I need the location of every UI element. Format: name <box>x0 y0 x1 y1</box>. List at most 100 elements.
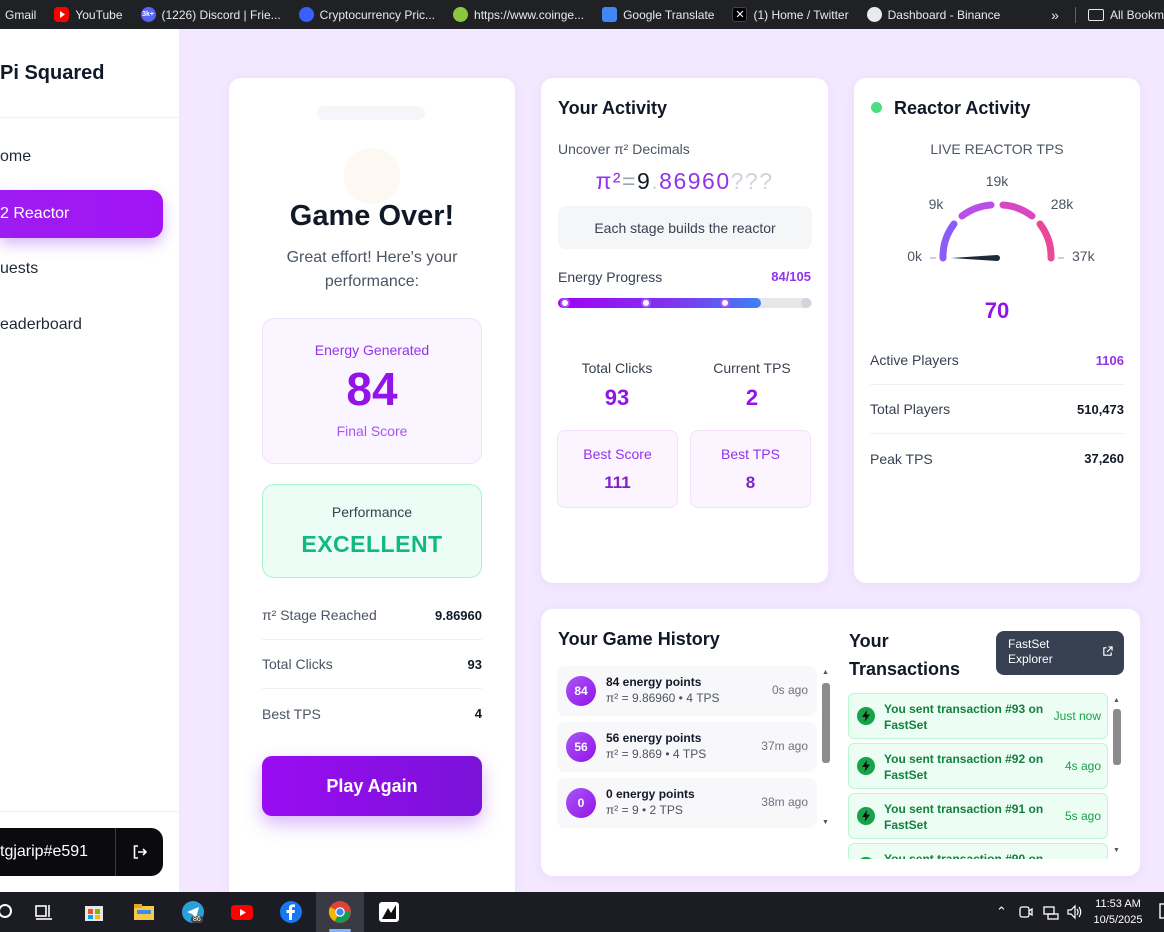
clock-time: 11:53 AM <box>1095 898 1141 910</box>
bookmark-binance[interactable]: Dashboard - Binance <box>866 0 1000 29</box>
chrome-icon[interactable] <box>328 900 352 924</box>
gauge-tick-label: 19k <box>986 173 1010 189</box>
reactor-row-peak-tps: Peak TPS 37,260 <box>870 434 1124 483</box>
tray-overflow-icon[interactable]: ⌃ <box>996 904 1007 920</box>
gauge-tick-label: 0k <box>907 248 923 264</box>
reactor-row-value: 37,260 <box>1084 451 1124 466</box>
gauge-segment <box>958 201 995 220</box>
progress-milestone <box>641 298 651 308</box>
transaction-text: You sent transaction #90 on <box>884 852 1044 859</box>
divider <box>1074 6 1076 23</box>
bookmark-youtube[interactable]: YouTube <box>54 0 123 29</box>
bookmark-twitter[interactable]: ✕ (1) Home / Twitter <box>732 0 849 29</box>
meet-now-icon[interactable] <box>1018 904 1034 920</box>
lightning-icon <box>857 707 875 725</box>
history-item: 56 56 energy points π² = 9.869 • 4 TPS 3… <box>557 722 817 772</box>
all-bookmarks-button[interactable]: All Bookm <box>1110 8 1164 22</box>
reactor-row-label: Total Players <box>870 401 951 417</box>
total-clicks-label: Total Clicks <box>581 360 653 376</box>
username: tgjarip#e591 <box>0 843 89 860</box>
system-clock[interactable]: 11:53 AM 10/5/2025 <box>1088 896 1148 928</box>
energy-generated-label: Energy Generated <box>314 342 430 358</box>
transaction-item: You sent transaction #91 on FastSet 5s a… <box>848 793 1108 839</box>
game-over-card: Game Over! Great effort! Here's your per… <box>229 78 515 908</box>
history-time: 0s ago <box>771 683 808 697</box>
faded-banner <box>317 106 425 120</box>
store-icon[interactable] <box>82 900 106 924</box>
logout-button[interactable] <box>115 828 163 876</box>
history-time: 38m ago <box>761 795 808 809</box>
stocks-app-icon[interactable] <box>377 900 401 924</box>
transaction-time: Just now <box>1053 709 1101 723</box>
transaction-item: You sent transaction #93 on FastSet Just… <box>848 693 1108 739</box>
game-over-title: Game Over! <box>289 200 455 232</box>
scroll-up-arrow[interactable]: ▲ <box>1112 697 1121 705</box>
youtube-icon[interactable] <box>230 900 254 924</box>
stage-note: Each stage builds the reactor <box>558 206 812 249</box>
transactions-list[interactable]: You sent transaction #93 on FastSet Just… <box>848 693 1110 859</box>
bookmark-gmail[interactable]: Gmail <box>5 0 36 29</box>
best-tps-value: 8 <box>745 473 756 492</box>
gauge-needle <box>951 255 997 261</box>
folder-icon <box>1087 8 1104 21</box>
gauge-needle-hub <box>994 255 1000 261</box>
total-clicks-value: 93 <box>604 385 630 410</box>
bookmark-discord[interactable]: 3k+ (1226) Discord | Frie... <box>140 0 281 29</box>
discord-icon: 3k+ <box>140 7 156 22</box>
history-sub: π² = 9.869 • 4 TPS <box>606 747 707 761</box>
gauge-tick-label: 37k <box>1072 248 1096 264</box>
energy-progress-value: 84/105 <box>771 269 811 284</box>
network-icon[interactable] <box>1042 904 1059 920</box>
divider <box>0 811 180 812</box>
stat-value: 9.86960 <box>435 607 482 623</box>
scroll-thumb[interactable] <box>822 683 830 763</box>
volume-icon[interactable] <box>1066 904 1082 920</box>
sidebar: Pi Squared ome 2 Reactor uests eaderboar… <box>0 29 180 892</box>
best-tps-box: Best TPS 8 <box>690 430 811 508</box>
pi-decimals: 86960 <box>659 168 731 194</box>
progress-milestone <box>801 298 811 308</box>
google-translate-icon <box>602 7 618 22</box>
history-scrollbar[interactable]: ▲ ▼ <box>821 669 830 827</box>
x-icon: ✕ <box>732 7 748 22</box>
transaction-item: You sent transaction #90 on <box>848 843 1108 859</box>
fastset-explorer-button[interactable]: FastSet Explorer <box>996 631 1124 675</box>
play-again-button[interactable]: Play Again <box>262 756 482 816</box>
bookmark-google-translate[interactable]: Google Translate <box>602 0 714 29</box>
search-icon[interactable] <box>0 900 20 924</box>
scroll-thumb[interactable] <box>1113 709 1121 765</box>
sidebar-item-leaderboard[interactable]: eaderboard <box>0 301 163 349</box>
stat-label: Total Clicks <box>262 656 333 672</box>
best-tps-label: Best TPS <box>721 446 780 462</box>
energy-progress-bar <box>558 298 812 308</box>
best-score-value: 111 <box>604 473 631 492</box>
scroll-down-arrow[interactable]: ▼ <box>1112 847 1121 855</box>
lightning-icon <box>857 757 875 775</box>
sidebar-item-home[interactable]: ome <box>0 133 163 181</box>
gauge-segment <box>999 201 1036 220</box>
current-tps-label: Current TPS <box>713 360 791 376</box>
bookmark-label: Cryptocurrency Pric... <box>319 7 436 22</box>
scroll-up-arrow[interactable]: ▲ <box>821 669 830 677</box>
bookmark-coingecko[interactable]: https://www.coinge... <box>453 0 584 29</box>
energy-progress-label: Energy Progress <box>558 269 663 285</box>
sidebar-item-quests[interactable]: uests <box>0 245 163 293</box>
history-item: 84 84 energy points π² = 9.86960 • 4 TPS… <box>557 666 817 716</box>
stat-row-stage: π² Stage Reached 9.86960 <box>262 591 482 640</box>
file-explorer-icon[interactable] <box>132 900 156 924</box>
stat-row-best-tps: Best TPS 4 <box>262 689 482 738</box>
game-history-title: Your Game History <box>558 629 720 649</box>
divider <box>0 117 180 118</box>
task-view-icon[interactable] <box>32 900 56 924</box>
reactor-row-value: 1106 <box>1095 352 1124 368</box>
facebook-icon[interactable] <box>279 900 303 924</box>
notification-icon[interactable] <box>1158 902 1164 922</box>
transactions-scrollbar[interactable]: ▲ ▼ <box>1112 697 1121 855</box>
bookmarks-bar: Gmail YouTube 3k+ (1226) Discord | Frie.… <box>0 0 1164 29</box>
game-history-list[interactable]: 84 84 energy points π² = 9.86960 • 4 TPS… <box>557 664 819 830</box>
bookmarks-overflow-button[interactable]: » <box>1051 7 1059 23</box>
scroll-down-arrow[interactable]: ▼ <box>821 819 830 827</box>
bookmark-coinmarketcap[interactable]: Cryptocurrency Pric... <box>298 0 436 29</box>
sidebar-item-reactor[interactable]: 2 Reactor <box>0 190 163 238</box>
history-time: 37m ago <box>761 739 808 753</box>
